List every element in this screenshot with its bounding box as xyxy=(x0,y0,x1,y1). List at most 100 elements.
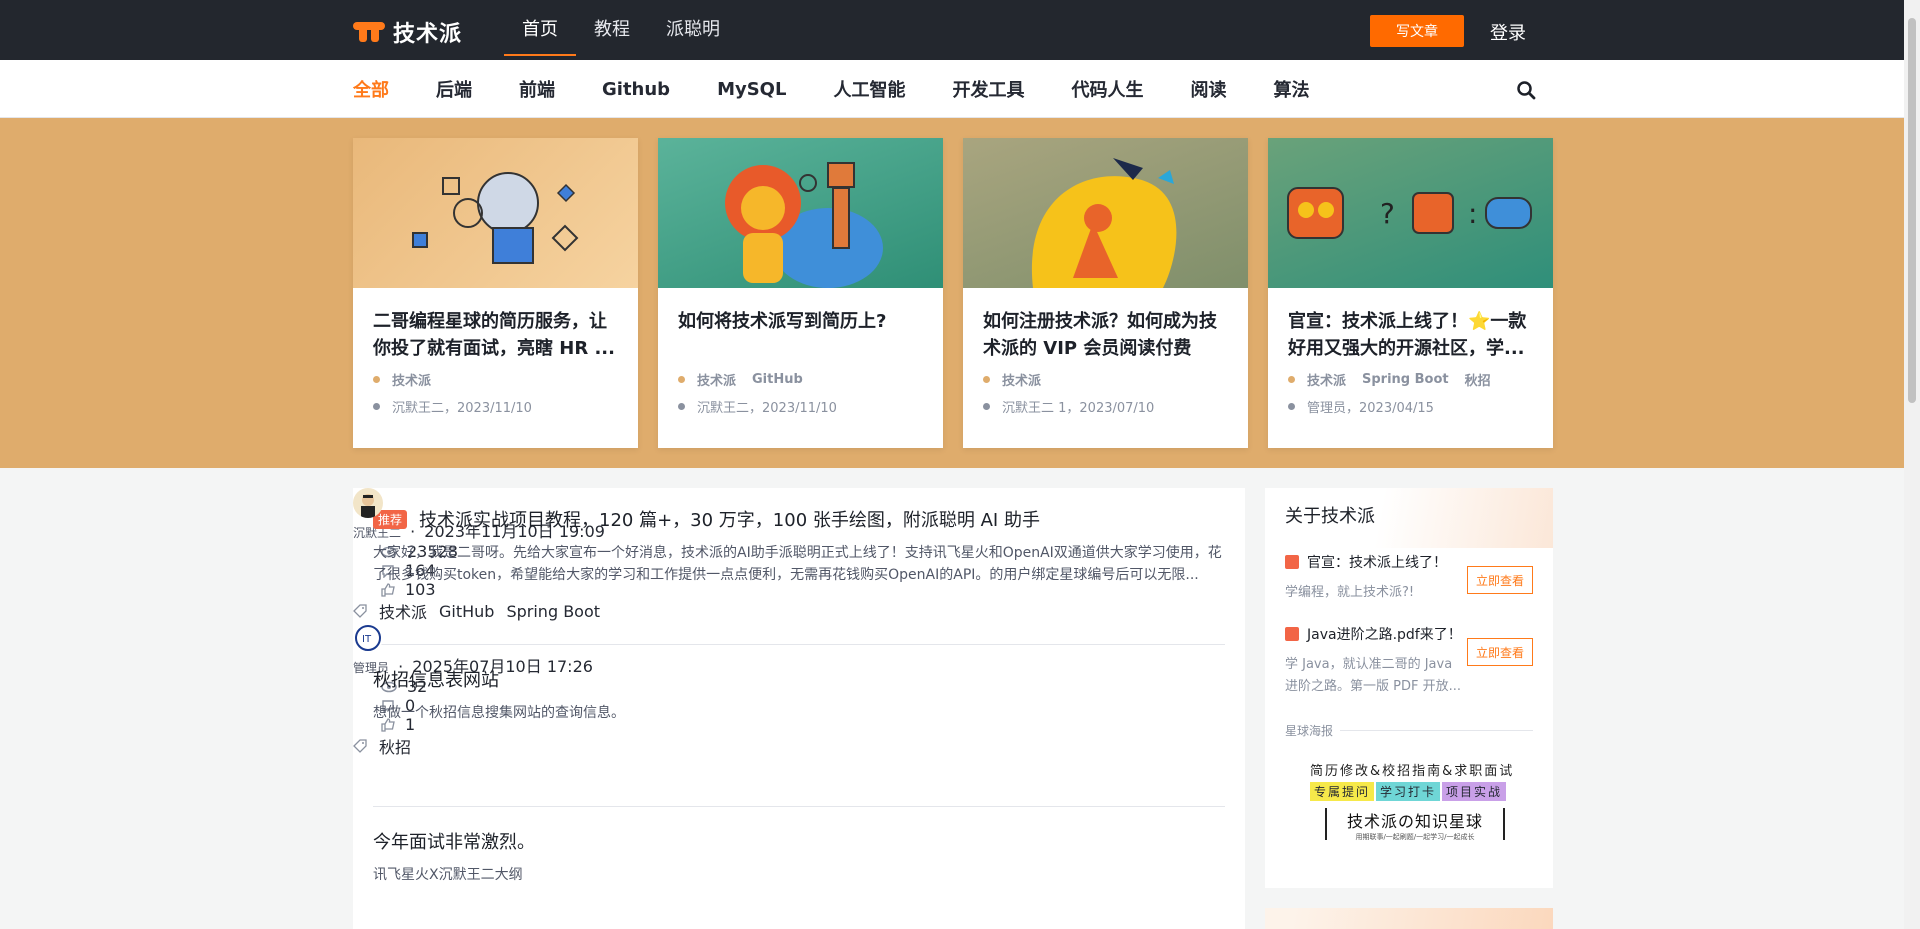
poster-chips: 专属提问 学习打卡 项目实战 xyxy=(1310,782,1507,801)
category-backend[interactable]: 后端 xyxy=(436,76,472,102)
about-sidebar: 关于技术派 官宣：技术派上线了！ 学编程，就上技术派?! 立即查看 Java进阶… xyxy=(1265,488,1553,888)
article-item[interactable]: 秋招信息表网站 想做一个秋招信息搜集网站的查询信息。 xyxy=(373,666,1225,724)
tag-dot-icon xyxy=(983,376,990,383)
write-article-button[interactable]: 写文章 xyxy=(1370,15,1464,47)
svg-text:?: ? xyxy=(1380,197,1395,230)
meta-dot-icon xyxy=(1288,403,1295,410)
article-tags: 秋招 xyxy=(353,734,1205,758)
sidebar-item: Java进阶之路.pdf来了！ 学 Java，就认准二哥的 Java 进阶之路。… xyxy=(1285,624,1533,698)
tag-icon xyxy=(353,604,367,618)
logo[interactable]: 技术派 xyxy=(353,16,462,48)
nav-paicongming[interactable]: 派聪明 xyxy=(648,0,738,60)
meta-dot-icon xyxy=(678,403,685,410)
top-navbar: 技术派 首页 教程 派聪明 写文章 登录 xyxy=(0,0,1904,60)
tag[interactable]: 技术派 xyxy=(392,370,431,389)
article-summary: 讯飞星火X沉默王二大纲 xyxy=(373,867,523,883)
featured-card-title[interactable]: 官宣：技术派上线了！⭐一款好用又强大的开源社区，学... xyxy=(1268,288,1553,362)
login-link[interactable]: 登录 xyxy=(1490,19,1526,45)
featured-card-tags: 技术派 Spring Boot 秋招 xyxy=(1268,370,1553,389)
article-title[interactable]: 技术派实战项目教程，120 篇+，30 万字，100 张手绘图，附派聪明 AI … xyxy=(419,506,1040,532)
featured-banner xyxy=(0,118,1904,468)
category-mysql[interactable]: MySQL xyxy=(717,79,786,100)
divider xyxy=(1340,730,1533,731)
tag[interactable]: 技术派 xyxy=(379,599,427,623)
featured-card[interactable]: ? : 官宣：技术派上线了！⭐一款好用又强大的开源社区，学... 技术派 Spr… xyxy=(1268,138,1553,448)
view-now-button[interactable]: 立即查看 xyxy=(1467,566,1533,594)
divider xyxy=(373,644,1225,645)
tag[interactable]: 技术派 xyxy=(1307,370,1346,389)
article-title[interactable]: 今年面试非常激烈。 xyxy=(373,828,535,854)
document-icon xyxy=(1285,627,1299,641)
tag[interactable]: GitHub xyxy=(752,372,803,387)
meta-dot-icon xyxy=(983,403,990,410)
tag[interactable]: Spring Boot xyxy=(506,602,600,621)
author-date: 沉默王二 1，2023/07/10 xyxy=(1002,401,1155,416)
sidebar-item-title[interactable]: 官宣：技术派上线了！ xyxy=(1307,552,1447,572)
meta-dot-icon xyxy=(373,403,380,410)
nav-tutorial[interactable]: 教程 xyxy=(576,0,648,60)
article-item[interactable]: 今年面试非常激烈。 讯飞星火X沉默王二大纲 xyxy=(373,828,1225,886)
featured-card-image: ? : xyxy=(1268,138,1553,288)
scrollbar[interactable] xyxy=(1904,0,1920,929)
category-code-life[interactable]: 代码人生 xyxy=(1071,76,1143,102)
view-now-button[interactable]: 立即查看 xyxy=(1467,638,1533,666)
featured-card-meta: 管理员，2023/04/15 xyxy=(1268,397,1553,416)
scrollbar-thumb[interactable] xyxy=(1908,18,1916,403)
tag[interactable]: GitHub xyxy=(439,602,494,621)
featured-card[interactable]: 如何将技术派写到简历上? 技术派 GitHub 沉默王二，2023/11/10 xyxy=(658,138,943,448)
svg-text::: : xyxy=(1468,197,1477,230)
tag[interactable]: 秋招 xyxy=(379,734,411,758)
category-algorithm[interactable]: 算法 xyxy=(1273,76,1309,102)
logo-text: 技术派 xyxy=(393,22,463,47)
planet-poster[interactable]: 简历修改&校招指南&求职面试 专属提问 学习打卡 项目实战 技术派の知识星球 用… xyxy=(1285,756,1535,848)
svg-text:IT: IT xyxy=(362,634,372,645)
article-tags: 技术派 GitHub Spring Boot xyxy=(353,599,1205,623)
search-icon[interactable] xyxy=(1516,80,1536,100)
featured-card-tags: 技术派 xyxy=(353,370,638,389)
featured-card-meta: 沉默王二，2023/11/10 xyxy=(353,397,638,416)
poster-sub: 用期联事/一起刷题/一起学习/一起成长 xyxy=(1355,833,1475,841)
nav-home[interactable]: 首页 xyxy=(504,0,576,60)
sidebar-item-title[interactable]: Java进阶之路.pdf来了！ xyxy=(1307,624,1462,644)
featured-card-title[interactable]: 如何注册技术派？如何成为技术派的 VIP 会员阅读付费专... xyxy=(963,288,1248,362)
article-item[interactable]: 推荐 技术派实战项目教程，120 篇+，30 万字，100 张手绘图，附派聪明 … xyxy=(373,506,1225,586)
article-summary: 想做一个秋招信息搜集网站的查询信息。 xyxy=(373,705,625,721)
poster-chip: 项目实战 xyxy=(1442,782,1507,801)
poster-chip: 专属提问 xyxy=(1310,782,1375,801)
article-title[interactable]: 秋招信息表网站 xyxy=(373,666,499,692)
poster-headline-box: 技术派の知识星球 用期联事/一起刷题/一起学习/一起成长 xyxy=(1325,808,1505,841)
category-bar: 全部 后端 前端 Github MySQL 人工智能 开发工具 代码人生 阅读 … xyxy=(0,60,1904,118)
tag[interactable]: 秋招 xyxy=(1465,370,1491,389)
category-github[interactable]: Github xyxy=(602,79,670,100)
logo-icon xyxy=(353,20,385,44)
poster-chip: 学习打卡 xyxy=(1376,782,1441,801)
avatar[interactable]: IT xyxy=(353,623,383,653)
tag[interactable]: 技术派 xyxy=(697,370,736,389)
poster-headline: 技术派の知识星球 xyxy=(1346,812,1483,831)
tag-dot-icon xyxy=(678,376,685,383)
author-date: 沉默王二，2023/11/10 xyxy=(392,401,532,416)
sidebar-item: 官宣：技术派上线了！ 学编程，就上技术派?! 立即查看 xyxy=(1285,552,1533,604)
tag[interactable]: 技术派 xyxy=(1002,370,1041,389)
featured-card[interactable]: 如何注册技术派？如何成为技术派的 VIP 会员阅读付费专... 技术派 沉默王二… xyxy=(963,138,1248,448)
article-list: 推荐 技术派实战项目教程，120 篇+，30 万字，100 张手绘图，附派聪明 … xyxy=(353,488,1245,929)
divider xyxy=(373,806,1225,807)
featured-card-image xyxy=(658,138,943,288)
document-icon xyxy=(1285,555,1299,569)
tag[interactable]: Spring Boot xyxy=(1362,372,1449,387)
category-devtools[interactable]: 开发工具 xyxy=(952,76,1024,102)
category-all[interactable]: 全部 xyxy=(353,76,389,102)
article-summary: 大家好，我是二哥呀。先给大家宣布一个好消息，技术派的AI助手派聪明正式上线了！支… xyxy=(373,545,1222,583)
main-nav: 首页 教程 派聪明 xyxy=(504,0,738,60)
avatar[interactable] xyxy=(353,488,383,518)
featured-card[interactable]: 二哥编程星球的简历服务，让你投了就有面试，亮瞎 HR ... 技术派 沉默王二，… xyxy=(353,138,638,448)
featured-card-title[interactable]: 如何将技术派写到简历上? xyxy=(658,288,943,362)
category-ai[interactable]: 人工智能 xyxy=(833,76,905,102)
tag-dot-icon xyxy=(373,376,380,383)
category-frontend[interactable]: 前端 xyxy=(519,76,555,102)
category-reading[interactable]: 阅读 xyxy=(1190,76,1226,102)
author-date: 管理员，2023/04/15 xyxy=(1307,401,1434,416)
featured-card-title[interactable]: 二哥编程星球的简历服务，让你投了就有面试，亮瞎 HR ... xyxy=(353,288,638,362)
poster-label: 星球海报 xyxy=(1285,724,1334,738)
featured-card-tags: 技术派 GitHub xyxy=(658,370,943,389)
